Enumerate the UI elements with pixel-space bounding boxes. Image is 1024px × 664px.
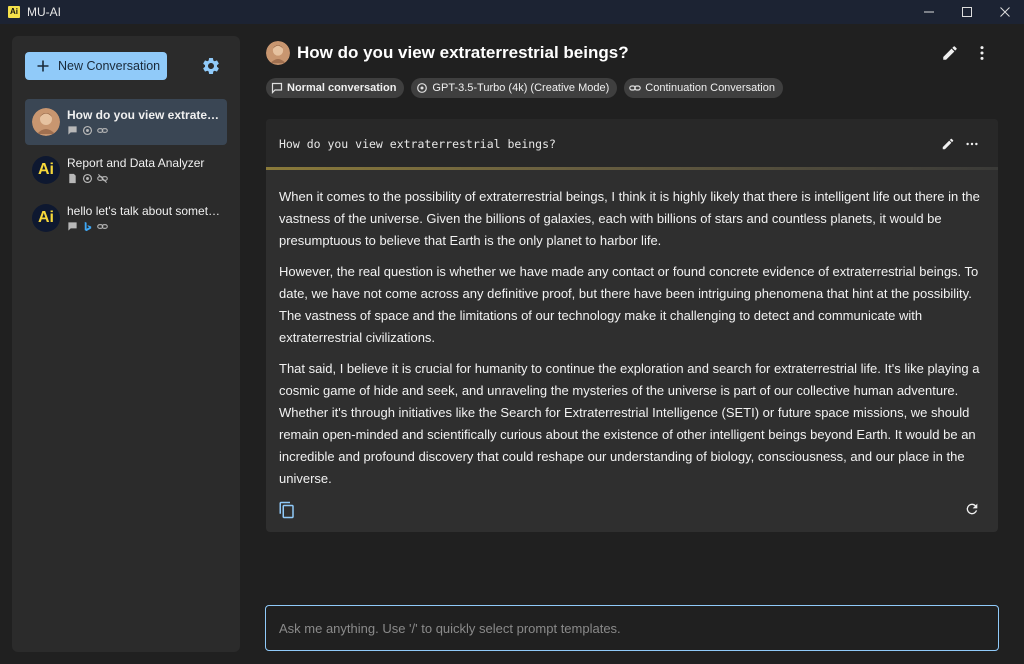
window-controls [910, 0, 1024, 24]
chat-icon [68, 222, 77, 231]
prompt-input[interactable] [279, 618, 979, 638]
edit-title-button[interactable] [940, 43, 960, 63]
answer-paragraph: When it comes to the possibility of extr… [279, 189, 980, 248]
copy-button[interactable] [278, 501, 296, 519]
conversation-title: hello let's talk about something [67, 204, 221, 218]
more-options-button[interactable] [972, 43, 992, 63]
refresh-icon [966, 503, 978, 515]
ai-logo-avatar: Ai [32, 204, 60, 232]
sidebar: New Conversation How do you view extrate… [12, 36, 240, 652]
conversation-title: How do you view extraterrestrial beings? [67, 108, 221, 122]
conversation-title: Report and Data Analyzer [67, 156, 205, 170]
message-card: How do you view extraterrestrial beings?… [266, 119, 998, 532]
regenerate-button[interactable] [964, 501, 982, 519]
conversation-item[interactable]: Ai hello let's talk about something [25, 195, 227, 241]
gear-icon [203, 57, 219, 74]
link-icon [97, 224, 108, 229]
chat-icon [68, 126, 77, 135]
settings-button[interactable] [201, 56, 221, 76]
maximize-icon [962, 7, 972, 17]
conversation-tags: Normal conversation GPT-3.5-Turbo (4k) (… [266, 78, 783, 98]
answer-paragraph: However, the real question is whether we… [279, 264, 979, 345]
close-icon [1000, 7, 1010, 17]
minimize-button[interactable] [910, 0, 948, 24]
tag-continuation: Continuation Conversation [624, 78, 783, 98]
new-conversation-label: New Conversation [58, 59, 161, 73]
page-title: How do you view extraterrestrial beings? [297, 43, 629, 62]
ai-logo-avatar: Ai [32, 156, 60, 184]
answer-text: When it comes to the possibility of extr… [279, 186, 989, 499]
more-horizontal-icon [966, 142, 978, 146]
conversation-item[interactable]: How do you view extraterrestrial beings? [25, 99, 227, 145]
prompt-input-box[interactable] [265, 605, 999, 651]
new-conversation-button[interactable]: New Conversation [25, 52, 167, 80]
openai-icon [82, 125, 93, 136]
plus-icon [37, 60, 49, 72]
question-row: How do you view extraterrestrial beings? [266, 119, 998, 170]
question-more-button[interactable] [964, 136, 980, 152]
title-bar: Ai MU-AI [0, 0, 1024, 24]
question-text: How do you view extraterrestrial beings? [279, 137, 556, 151]
edit-question-button[interactable] [940, 136, 956, 152]
divider [266, 167, 998, 170]
avatar [32, 108, 60, 136]
app-logo: Ai [8, 6, 20, 18]
conversation-item[interactable]: Ai Report and Data Analyzer [25, 147, 227, 193]
tag-conversation-type: Normal conversation [266, 78, 405, 98]
answer-paragraph: That said, I believe it is crucial for h… [279, 361, 980, 486]
openai-icon [82, 173, 93, 184]
more-vertical-icon [980, 46, 984, 60]
openai-icon [417, 83, 428, 93]
app-title: MU-AI [27, 5, 61, 19]
pencil-icon [943, 46, 957, 60]
bing-icon [84, 221, 92, 232]
pencil-icon [942, 138, 954, 150]
tag-model: GPT-3.5-Turbo (4k) (Creative Mode) [411, 78, 618, 98]
copy-icon [279, 501, 294, 519]
link-icon [629, 85, 642, 91]
link-icon [97, 128, 108, 133]
chat-icon [271, 82, 283, 94]
link-off-icon [97, 173, 108, 184]
close-button[interactable] [986, 0, 1024, 24]
minimize-icon [924, 11, 934, 13]
header-avatar [266, 41, 290, 65]
maximize-button[interactable] [948, 0, 986, 24]
document-icon [69, 173, 76, 184]
